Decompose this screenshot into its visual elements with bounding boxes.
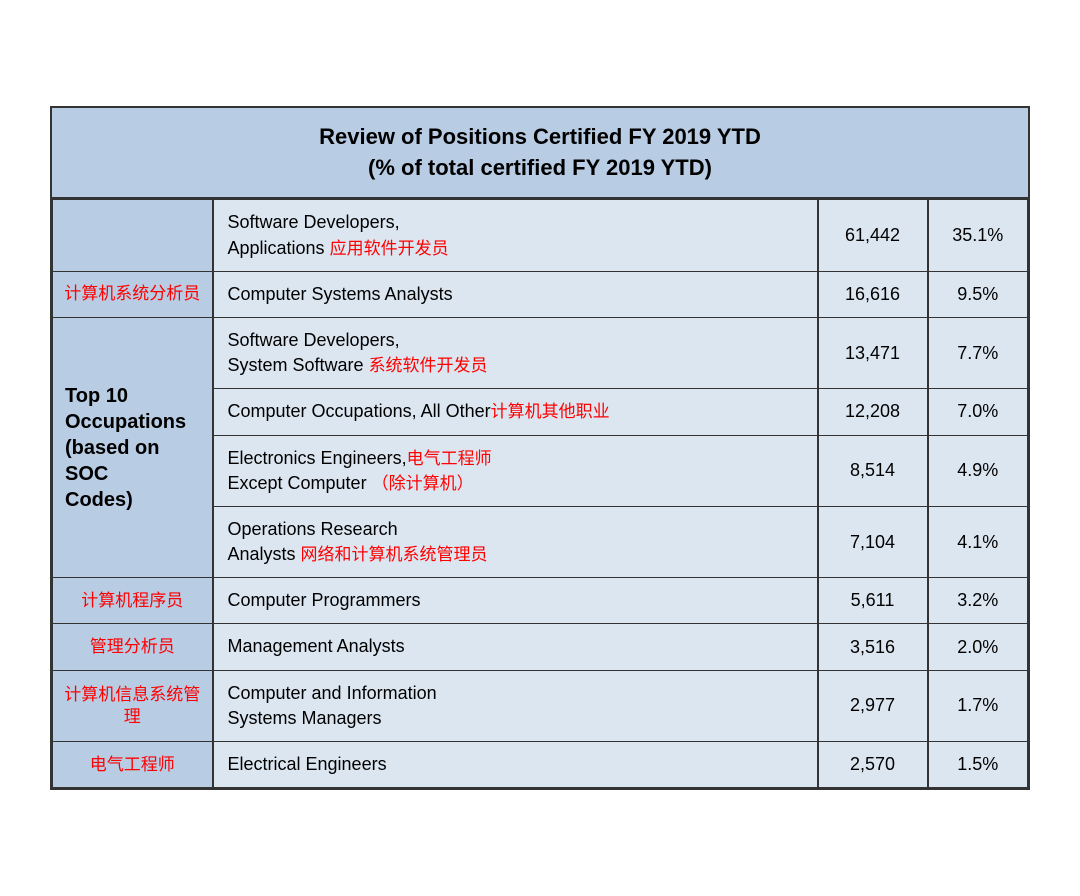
table-row: 电气工程师 Electrical Engineers 2,5701.5% (53, 742, 1028, 788)
occupation-computer-programmers: Computer Programmers (213, 578, 818, 624)
main-table-wrapper: Review of Positions Certified FY 2019 YT… (50, 106, 1030, 790)
number-cell: 8,514 (818, 435, 928, 506)
occupation-zh-1: 电气工程师 (407, 449, 492, 468)
occupation-en: Computer Occupations, All Other (228, 401, 491, 421)
percent-cell: 1.5% (928, 742, 1028, 788)
percent-cell: 3.2% (928, 578, 1028, 624)
table-row: 计算机信息系统管理 Computer and InformationSystems… (53, 670, 1028, 741)
zh-label-systems-analysts: 计算机系统分析员 (53, 271, 213, 317)
occupation-en: Computer Programmers (228, 590, 421, 610)
occupation-cis-managers: Computer and InformationSystems Managers (213, 670, 818, 741)
table-row: 管理分析员 Management Analysts 3,5162.0% (53, 624, 1028, 670)
number-cell: 3,516 (818, 624, 928, 670)
zh-label-electrical-engineers: 电气工程师 (53, 742, 213, 788)
percent-cell: 9.5% (928, 271, 1028, 317)
table-row: 计算机系统分析员 Computer Systems Analysts 16,6169… (53, 271, 1028, 317)
percent-cell: 1.7% (928, 670, 1028, 741)
number-cell: 61,442 (818, 200, 928, 271)
occupation-zh: 应用软件开发员 (330, 239, 449, 258)
table-title: Review of Positions Certified FY 2019 YT… (52, 108, 1028, 200)
number-cell: 13,471 (818, 317, 928, 388)
zh-label-computer-programmers: 计算机程序员 (53, 578, 213, 624)
zh-label-management-analysts: 管理分析员 (53, 624, 213, 670)
occupation-en: Management Analysts (228, 636, 405, 656)
number-cell: 5,611 (818, 578, 928, 624)
percent-cell: 7.0% (928, 389, 1028, 435)
table-row: Software Developers,Applications 应用软件开发员… (53, 200, 1028, 271)
number-cell: 16,616 (818, 271, 928, 317)
occupation-zh: 计算机其他职业 (491, 402, 610, 421)
table-row: 计算机程序员 Computer Programmers 5,6113.2% (53, 578, 1028, 624)
occupation-management-analysts: Management Analysts (213, 624, 818, 670)
table-row: Top 10Occupations(based on SOCCodes)Soft… (53, 317, 1028, 388)
percent-cell: 4.1% (928, 506, 1028, 577)
percent-cell: 7.7% (928, 317, 1028, 388)
occupation-en: Electrical Engineers (228, 754, 387, 774)
occupation-en: Computer Systems Analysts (228, 284, 453, 304)
number-cell: 2,570 (818, 742, 928, 788)
number-cell: 12,208 (818, 389, 928, 435)
occupation-zh: 网络和计算机系统管理员 (301, 545, 488, 564)
occupation-en: Computer and InformationSystems Managers (228, 683, 437, 728)
occupation-electrical-engineers: Electrical Engineers (213, 742, 818, 788)
zh-label-cis-managers: 计算机信息系统管理 (53, 670, 213, 741)
occupation-zh-2: （除计算机） (372, 474, 474, 493)
occupation-en: Electronics Engineers, (228, 448, 407, 468)
data-table: Software Developers,Applications 应用软件开发员… (52, 199, 1028, 788)
number-cell: 7,104 (818, 506, 928, 577)
top10-label: Top 10Occupations(based on SOCCodes) (53, 317, 213, 577)
occupation-zh: 系统软件开发员 (369, 356, 488, 375)
occupation-en-2: Except Computer (228, 473, 367, 493)
percent-cell: 4.9% (928, 435, 1028, 506)
number-cell: 2,977 (818, 670, 928, 741)
percent-cell: 35.1% (928, 200, 1028, 271)
percent-cell: 2.0% (928, 624, 1028, 670)
